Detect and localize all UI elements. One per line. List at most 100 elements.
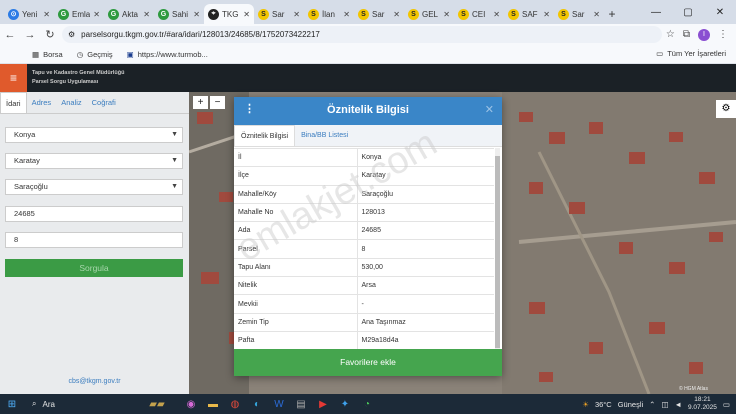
emlakjet-icon: G [58,8,69,20]
tab-title: Emla [72,9,91,19]
table-row: İl Konya [234,147,494,167]
bookmark-turmob[interactable]: ▣ https://www.turmob... [127,50,208,59]
sidebar-tabs: İdari Adres Analiz Coğrafi [0,92,189,114]
neighborhood-select[interactable]: Saraçoğlu ▼ [5,179,183,195]
chevron-up-icon[interactable]: ⌃ [649,400,655,409]
twitter-icon[interactable]: ✦ [334,399,356,410]
close-tab-icon[interactable]: ✕ [293,10,300,19]
tab-building-list[interactable]: Bina/BB Listesi [295,125,354,146]
browser-tab[interactable]: S İlan ✕ [304,4,354,24]
browser-tab[interactable]: S Sar ✕ [354,4,404,24]
sahibinden-icon: S [408,8,419,20]
chevron-down-icon: ▼ [171,183,178,190]
browser-tab[interactable]: G Akta ✕ [104,4,154,24]
address-bar[interactable]: ⚙ parselsorgu.tkgm.gov.tr/#ara/idari/128… [62,26,662,43]
taskbar-search[interactable]: ⌕ Ara [24,399,134,409]
close-tab-icon[interactable]: ✕ [43,10,50,19]
hamburger-menu-icon[interactable]: ≡ [0,64,27,92]
extensions-icon[interactable]: ⧉ [683,29,690,40]
contact-email[interactable]: cbs@tkgm.gov.tr [0,378,189,385]
browser-tab[interactable]: S GEL ✕ [404,4,454,24]
word-icon[interactable]: W [268,399,290,410]
tab-idari[interactable]: İdari [0,92,27,113]
browser-tab[interactable]: G Sahi ✕ [154,4,204,24]
tab-title: Sar [372,9,385,19]
notification-icon[interactable]: ▭ [723,400,730,409]
youtube-icon[interactable]: ▶ [312,399,334,410]
bookmark-borsa[interactable]: ▦ Borsa [32,50,63,59]
search-button[interactable]: Sorgula [5,259,183,277]
avatar[interactable]: I [698,28,710,41]
bookmark-icon: ▦ [32,49,40,59]
district-select[interactable]: Karatay ▼ [5,153,183,169]
all-bookmarks[interactable]: ▭ Tüm Yer İşaretleri [656,49,726,58]
windows-start-icon[interactable]: ⊞ [0,399,24,410]
zoom-out-button[interactable]: − [210,96,225,109]
browser-tab[interactable]: G Emla ✕ [54,4,104,24]
province-select[interactable]: Konya ▼ [5,127,183,143]
minimize-icon[interactable]: — [640,7,672,18]
close-icon[interactable]: ✕ [485,103,494,116]
whatsapp-icon[interactable]: ◔ [356,399,378,410]
menu-icon[interactable]: ⋮ [718,29,728,40]
chrome-icon[interactable]: ◍ [224,399,246,410]
tab-analiz[interactable]: Analiz [56,92,86,113]
back-icon[interactable]: ← [0,29,20,41]
close-icon[interactable]: ✕ [704,7,736,18]
browser-tab[interactable]: S Sar ✕ [254,4,304,24]
close-tab-icon[interactable]: ✕ [443,10,450,19]
attribute-label: İlçe [234,166,358,186]
network-icon[interactable]: ◫ [661,400,668,409]
copilot-icon[interactable]: ◉ [180,399,202,410]
widgets-icon[interactable]: ▰▰ [134,399,180,410]
browser-tab[interactable]: S SAF ✕ [504,4,554,24]
close-tab-icon[interactable]: ✕ [543,10,550,19]
close-tab-icon[interactable]: ✕ [93,10,100,19]
zoom-in-button[interactable]: + [193,96,208,109]
tab-cografi[interactable]: Coğrafi [87,92,121,113]
ada-input[interactable]: 24685 [5,206,183,222]
attribute-label: Zemin Tip [234,312,358,332]
emlakjet-icon: G [108,8,119,20]
dialog-header: ⋮ Öznitelik Bilgisi ✕ [234,97,502,125]
close-tab-icon[interactable]: ✕ [493,10,500,19]
close-tab-icon[interactable]: ✕ [243,10,250,19]
tab-attribute-info[interactable]: Öznitelik Bilgisi [234,125,296,146]
close-tab-icon[interactable]: ✕ [393,10,400,19]
tab-title: TKG [222,9,239,19]
attribute-label: Mevkii [234,294,358,314]
parsel-input[interactable]: 8 [5,232,183,248]
attribute-label: Parsel [234,239,358,259]
bookmark-history[interactable]: ◷ Geçmiş [77,50,113,59]
maximize-icon[interactable]: ▢ [672,7,704,18]
url-text: parselsorgu.tkgm.gov.tr/#ara/idari/12801… [81,30,320,39]
close-tab-icon[interactable]: ✕ [143,10,150,19]
calculator-icon[interactable]: ▤ [290,399,312,410]
speaker-icon[interactable]: ◄ [675,400,682,409]
close-tab-icon[interactable]: ✕ [193,10,200,19]
tab-title: Sahi [172,9,189,19]
site-info-icon[interactable]: ⚙ [68,30,75,39]
edge-icon[interactable]: ◐ [246,399,268,410]
star-icon[interactable]: ☆ [666,29,675,40]
browser-tab[interactable]: ⊙ Yeni ✕ [4,4,54,24]
forward-icon[interactable]: → [20,29,40,41]
new-tab-icon[interactable]: + [604,4,620,24]
add-to-favorites-button[interactable]: Favorilere ekle [234,349,502,376]
browser-tab[interactable]: ⌖ TKG ✕ [204,4,254,24]
file-explorer-icon[interactable]: ▬ [202,399,224,410]
browser-tab[interactable]: S CEI ✕ [454,4,504,24]
scrollbar-thumb[interactable] [495,156,500,348]
tab-adres[interactable]: Adres [27,92,57,113]
emlakjet-icon: G [158,8,169,20]
map-settings-icon[interactable]: ⚙ [716,100,736,118]
close-tab-icon[interactable]: ✕ [343,10,350,19]
close-tab-icon[interactable]: ✕ [593,10,600,19]
folder-icon: ▭ [656,49,664,58]
attribute-value: Karatay [357,166,494,186]
reload-icon[interactable]: ↻ [40,28,60,41]
browser-tab[interactable]: S Sar ✕ [554,4,604,24]
clock[interactable]: 18:21 9.07.2025 [688,396,717,412]
table-row: Mevkii - [234,294,494,314]
scrollbar[interactable] [495,148,500,358]
